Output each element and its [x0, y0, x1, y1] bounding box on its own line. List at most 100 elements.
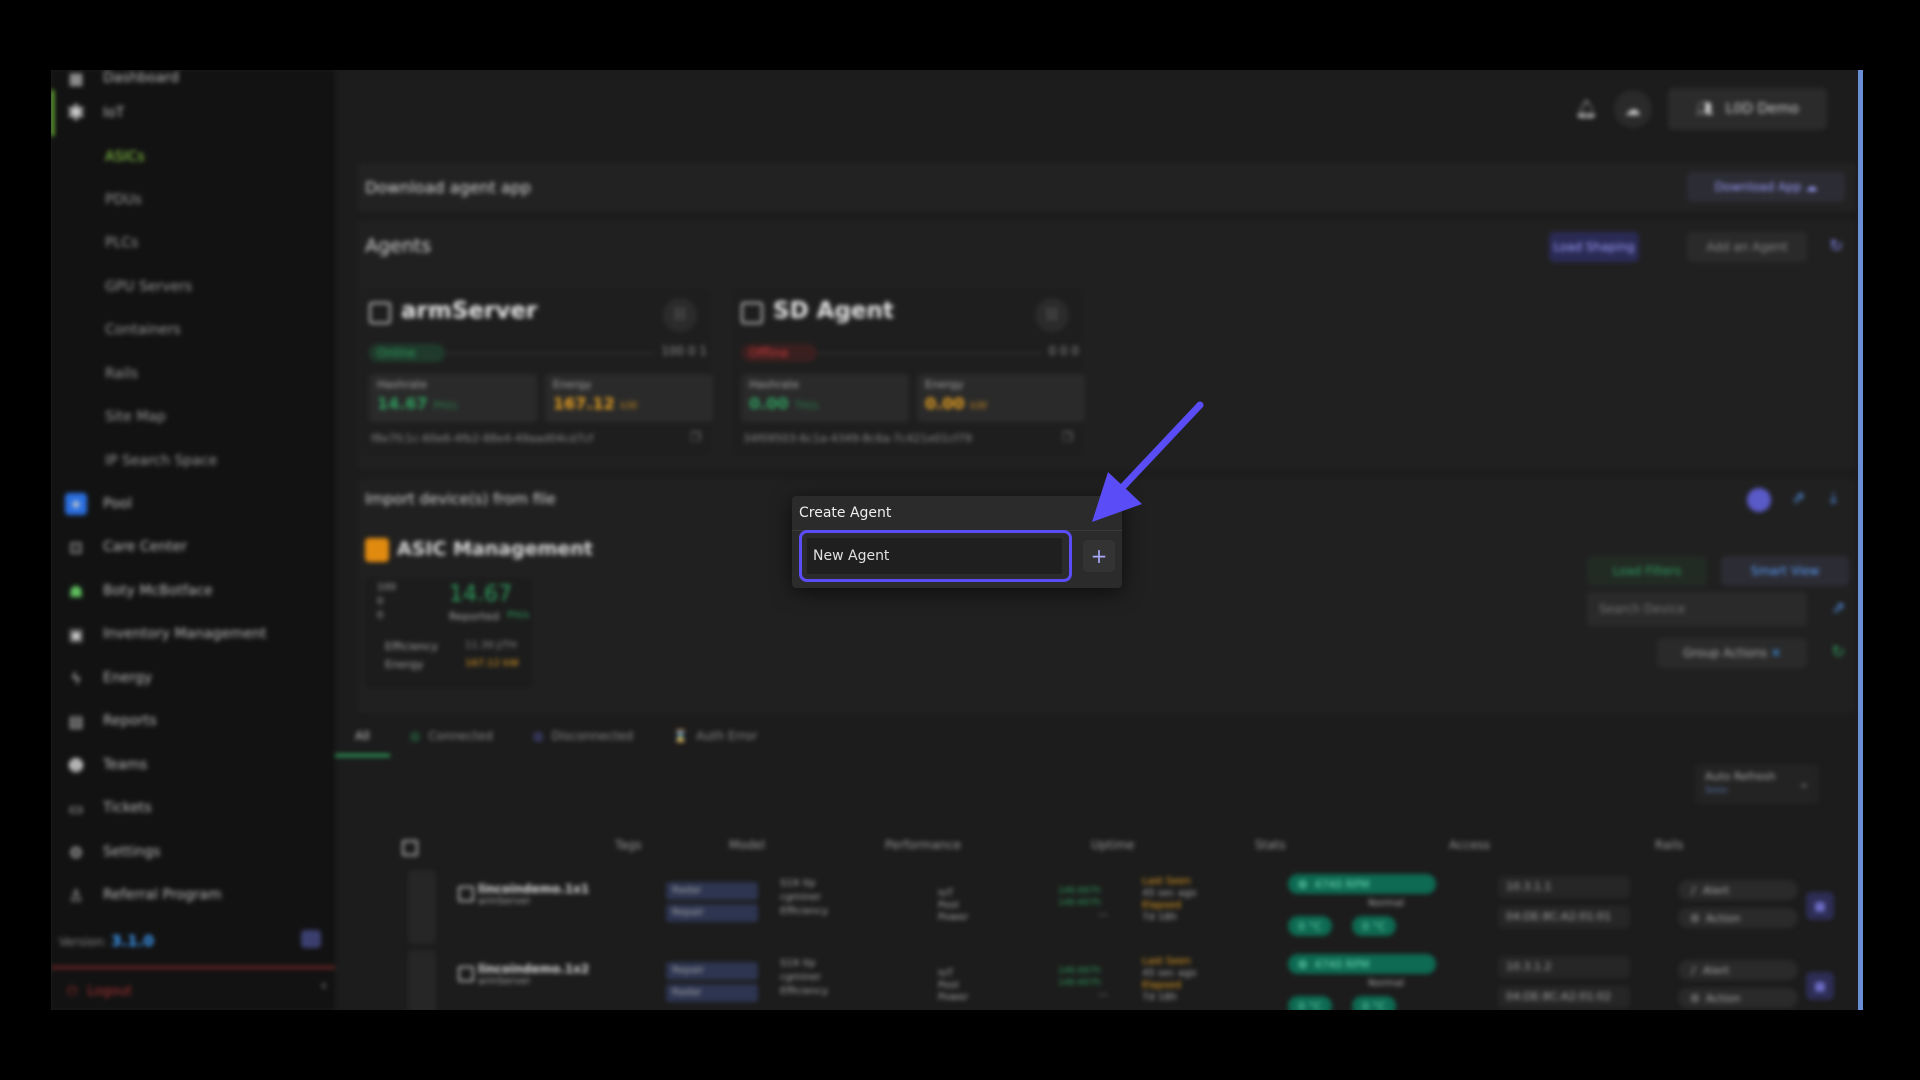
referral-icon: ♙: [68, 885, 84, 905]
device-agent: armServer: [478, 976, 531, 987]
user-menu-button[interactable]: 👥︎ L0D Demo: [1667, 88, 1827, 130]
collapse-sidebar-icon[interactable]: ‹: [321, 978, 327, 994]
agent-name-input[interactable]: [807, 538, 1062, 574]
agent-settings-icon[interactable]: ☷: [1035, 298, 1069, 332]
agent-checkbox[interactable]: [369, 302, 391, 324]
sidebar-item-iot[interactable]: ✱ IoT: [51, 95, 335, 131]
row-checkbox[interactable]: [458, 966, 474, 982]
export-icon[interactable]: ⇗: [1832, 598, 1845, 617]
agent-uuid: 34f09503-6c1a-4349-8c6a-7c421e01cf79: [743, 432, 973, 445]
table-row[interactable]: lincoindemo.1x1 armServer Radar Repair S…: [408, 870, 1848, 946]
search-input[interactable]: [1587, 592, 1807, 626]
mac-address: 04:DE:8C:A2:01:01: [1498, 906, 1630, 928]
sidebar-sub-asics[interactable]: ASICs: [105, 142, 145, 172]
info-icon[interactable]: [1747, 488, 1771, 512]
group-actions-button[interactable]: Group Actions ✕: [1657, 638, 1807, 668]
agent-settings-icon[interactable]: ☷: [663, 298, 697, 332]
select-all-checkbox[interactable]: [402, 840, 418, 856]
agent-name: armServer: [401, 298, 538, 324]
column-stats[interactable]: Stats: [1255, 838, 1286, 852]
sidebar-item-tickets[interactable]: ▭ Tickets: [51, 790, 335, 826]
tag-badge[interactable]: Radar: [666, 882, 758, 900]
agent-card[interactable]: SD Agent ☷ Offline 0 0 0 Hashrate 0.00 T…: [733, 288, 1085, 456]
tag-badge[interactable]: Repair: [666, 962, 758, 980]
tag-badge[interactable]: Radar: [666, 984, 758, 1002]
fan-rpm-pill: ✿ 4740 RPM: [1288, 954, 1436, 974]
refresh-icon[interactable]: ↻: [1830, 236, 1843, 255]
ip-address[interactable]: 10.3.1.2: [1498, 956, 1630, 978]
load-shaping-button[interactable]: Load Shaping: [1549, 232, 1639, 262]
row-status-strip: [408, 950, 436, 1010]
sidebar-sub-gpu-servers[interactable]: GPU Servers: [105, 272, 192, 302]
add-agent-button[interactable]: Add an Agent: [1687, 232, 1807, 262]
copy-icon[interactable]: ❐: [690, 430, 701, 444]
lightning-icon: ϟ: [70, 668, 82, 688]
sidebar-sub-ip-search[interactable]: IP Search Space: [105, 446, 217, 476]
status-badge: Online: [369, 344, 445, 362]
sidebar-item-energy[interactable]: ϟ Energy: [51, 660, 335, 696]
sidebar-item-inventory[interactable]: ▣ Inventory Management: [51, 616, 335, 652]
agent-checkbox[interactable]: [741, 302, 763, 324]
temp-pill: 0 °C: [1288, 996, 1332, 1010]
annotation-arrow-icon: [1092, 401, 1204, 522]
column-performance[interactable]: Performance: [885, 838, 961, 852]
cloud-sync-icon[interactable]: ☁: [1613, 90, 1652, 128]
tab-connected[interactable]: ◎ Connected: [390, 718, 513, 754]
table-row[interactable]: lincoindemo.1x2 armServer Repair Radar S…: [408, 950, 1848, 1010]
column-tags[interactable]: Tags: [615, 838, 642, 852]
bell-icon[interactable]: 🔔︎: [1575, 99, 1598, 120]
team-icon: ☻: [67, 755, 85, 775]
sidebar-item-boty[interactable]: ☗ Boty McBotface: [51, 573, 335, 609]
sidebar-item-settings[interactable]: ⚙ Settings: [51, 834, 335, 870]
column-uptime[interactable]: Uptime: [1091, 838, 1135, 852]
sidebar-item-care-center[interactable]: ⊡ Care Center: [51, 529, 335, 565]
download-icon[interactable]: ⤓: [1830, 488, 1837, 508]
sidebar-sub-containers[interactable]: Containers: [105, 315, 181, 345]
sidebar-sub-site-map[interactable]: Site Map: [105, 402, 166, 432]
sidebar-item-referral[interactable]: ♙ Referral Program: [51, 877, 335, 913]
add-agent-confirm-button[interactable]: +: [1083, 540, 1115, 572]
action-toggle[interactable]: ⚙ Action: [1678, 988, 1798, 1008]
sidebar-sub-rails[interactable]: Rails: [105, 359, 138, 389]
window-edge: [1858, 70, 1863, 1010]
column-model[interactable]: Model: [729, 838, 765, 852]
load-filters-button[interactable]: Load Filters: [1587, 556, 1707, 586]
action-toggle[interactable]: ⚙ Action: [1678, 908, 1798, 928]
sidebar-sub-plcs[interactable]: PLCs: [105, 228, 138, 258]
tag-badge[interactable]: Repair: [666, 904, 758, 922]
ip-address[interactable]: 10.3.1.1: [1498, 876, 1630, 898]
refresh-icon[interactable]: ↻: [1832, 642, 1845, 661]
download-panel: Download agent app Download App ☁: [357, 162, 1857, 212]
alert-toggle[interactable]: ♪ Alert: [1678, 880, 1798, 900]
column-access[interactable]: Access: [1449, 838, 1490, 852]
inventory-icon: ▣: [68, 624, 84, 644]
copy-icon[interactable]: ❐: [1062, 430, 1073, 444]
alert-toggle[interactable]: ♪ Alert: [1678, 960, 1798, 980]
agent-card[interactable]: armServer ☷ Online 100 0 1 Hashrate 14.6…: [361, 288, 713, 456]
rails-button[interactable]: ▦: [1806, 892, 1834, 920]
gear-icon: ⚙: [68, 842, 84, 862]
column-rails[interactable]: Rails: [1655, 838, 1683, 852]
row-checkbox[interactable]: [458, 886, 474, 902]
sidebar-item-dashboard[interactable]: ▦ Dashboard: [51, 70, 335, 96]
agent-counts: 100 0 1: [655, 344, 707, 358]
cloud-download-icon: ☁: [1805, 180, 1818, 194]
auto-refresh-select[interactable]: Auto Refresh 5min ⌄: [1695, 764, 1819, 804]
download-app-button[interactable]: Download App ☁: [1687, 172, 1845, 202]
tab-all[interactable]: All: [335, 718, 390, 757]
tab-auth-error[interactable]: ⌛ Auth Error: [653, 718, 777, 754]
export-icon[interactable]: ⇗: [1792, 488, 1805, 507]
logout-button[interactable]: ⏻ Logout: [51, 966, 335, 1010]
sidebar-sub-pdus[interactable]: PDUs: [105, 185, 142, 215]
sidebar-item-pool[interactable]: ◉ Pool: [51, 486, 335, 522]
version-badge[interactable]: [301, 930, 321, 948]
rails-button[interactable]: ▦: [1806, 972, 1834, 1000]
device-name[interactable]: lincoindemo.1x2: [478, 962, 589, 976]
document-icon: ▤: [68, 711, 84, 731]
sidebar-item-teams[interactable]: ☻ Teams: [51, 747, 335, 783]
sidebar-item-reports[interactable]: ▤ Reports: [51, 703, 335, 739]
device-name[interactable]: lincoindemo.1x1: [478, 882, 589, 896]
ticket-icon: ▭: [68, 798, 84, 818]
smart-view-button[interactable]: Smart View: [1721, 556, 1849, 586]
tab-disconnected[interactable]: ◎ Disconnected: [513, 718, 653, 754]
